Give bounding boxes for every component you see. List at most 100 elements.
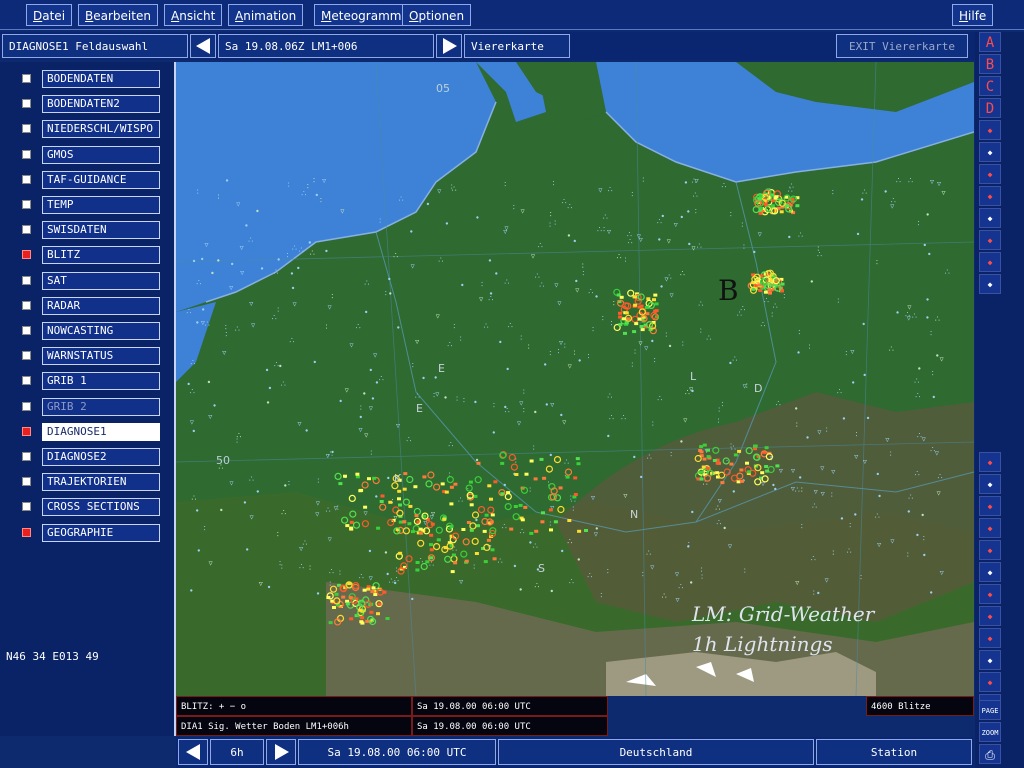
lightning-strike bbox=[429, 556, 434, 560]
layer-button[interactable]: GEOGRAPHIE bbox=[42, 523, 160, 542]
zoom-button[interactable]: ZOOM bbox=[979, 722, 1001, 742]
layer-checkbox[interactable] bbox=[22, 452, 31, 461]
layer-checkbox[interactable] bbox=[22, 502, 31, 512]
menu-animation[interactable]: Animation bbox=[228, 4, 304, 26]
menu-datei[interactable]: Datei bbox=[26, 4, 73, 26]
print-icon[interactable]: ⎙ bbox=[979, 744, 1001, 764]
layer-checkbox[interactable] bbox=[22, 376, 31, 386]
previous-button[interactable] bbox=[190, 34, 216, 58]
layer-checkbox[interactable] bbox=[22, 124, 31, 134]
layer-button[interactable]: DIAGNOSE2 bbox=[42, 448, 160, 466]
map-slot-button[interactable]: D bbox=[979, 98, 1001, 118]
layer-checkbox[interactable] bbox=[22, 426, 31, 436]
tool-button[interactable]: ◆ bbox=[979, 672, 1001, 692]
tool-button[interactable]: ◆ bbox=[979, 274, 1001, 294]
layer-button[interactable]: RADAR bbox=[42, 296, 160, 315]
next-button[interactable] bbox=[436, 34, 462, 58]
tool-button[interactable]: ◆ bbox=[979, 474, 1001, 494]
map-canvas[interactable]: ∙∶∶∙∴∶∙∴∙∶∶∙▿∙▿∴∴∙∶▿∴▿∴∶∴∴▿∶∙∙∴∴∙∙∶∶∴∙▿∶… bbox=[176, 62, 974, 696]
layer-checkbox[interactable] bbox=[22, 225, 31, 235]
weather-map[interactable]: ∙ ∶ ∶ ∙ ∴ ∶ ∙ ∴ ∙ ∶ ∶ ∙ ▿ ∙ ▿ ∴ ∴ ∙ ∶ ▿ ∴ ▿ ∴ ∶ ∴ ∴ ▿ ∶ ∙ ∙ ∴ ∴ ∙ ∙ ∶ ∶ ∴ ∙ ▿ ∶… bbox=[176, 62, 974, 696]
layer-button[interactable]: GRIB 2 bbox=[42, 397, 160, 416]
tool-button[interactable]: ◆ bbox=[979, 562, 1001, 582]
precip-symbol: ∙ bbox=[533, 407, 538, 416]
layer-button[interactable]: BODENDATEN bbox=[42, 70, 160, 88]
tool-button[interactable]: ◆ bbox=[979, 120, 1001, 140]
layer-row: SAT bbox=[12, 271, 160, 290]
layer-button[interactable]: GMOS bbox=[42, 145, 160, 164]
step-forward-button[interactable] bbox=[266, 739, 296, 765]
precip-symbol: ▿ bbox=[575, 285, 579, 294]
layer-button[interactable]: CROSS SECTIONS bbox=[42, 498, 160, 517]
tool-button[interactable]: ◆ bbox=[979, 164, 1001, 184]
map-slot-button[interactable]: A bbox=[979, 32, 1001, 52]
layer-checkbox[interactable] bbox=[22, 351, 31, 361]
valid-time[interactable]: Sa 19.08.00 06:00 UTC bbox=[298, 739, 496, 765]
precip-symbol: ∙ bbox=[690, 508, 695, 517]
layer-checkbox[interactable] bbox=[22, 200, 31, 209]
tool-button[interactable]: ◆ bbox=[979, 584, 1001, 604]
precip-symbol: ▿ bbox=[758, 229, 762, 238]
menu-optionen[interactable]: Optionen bbox=[402, 4, 472, 26]
precip-symbol: ▿ bbox=[568, 362, 572, 371]
map-slot-button[interactable]: C bbox=[979, 76, 1001, 96]
layer-button[interactable]: DIAGNOSE1 bbox=[42, 422, 160, 441]
tool-button[interactable]: ◆ bbox=[979, 208, 1001, 228]
layer-button[interactable]: GRIB 1 bbox=[42, 372, 160, 391]
tool-button[interactable]: ◆ bbox=[979, 628, 1001, 648]
tool-button[interactable]: ◆ bbox=[979, 540, 1001, 560]
layer-button[interactable]: SWISDATEN bbox=[42, 221, 160, 240]
lightning-strike bbox=[632, 330, 637, 334]
layer-button[interactable]: BODENDATEN2 bbox=[42, 95, 160, 114]
layer-button[interactable]: NIEDERSCHL/WISPO bbox=[42, 120, 160, 139]
layer-checkbox[interactable] bbox=[22, 326, 31, 335]
menu-bearbeiten[interactable]: Bearbeiten bbox=[78, 4, 158, 26]
layer-checkbox[interactable] bbox=[22, 174, 31, 184]
tool-button[interactable]: ◆ bbox=[979, 496, 1001, 516]
precip-symbol: ∶ bbox=[481, 280, 483, 289]
step-back-button[interactable] bbox=[178, 739, 208, 765]
tool-button[interactable]: ◆ bbox=[979, 230, 1001, 250]
tool-button[interactable]: ◆ bbox=[979, 252, 1001, 272]
layer-checkbox[interactable] bbox=[22, 74, 31, 83]
layer-checkbox[interactable] bbox=[22, 527, 31, 537]
layer-checkbox[interactable] bbox=[22, 477, 31, 487]
menu-hilfe[interactable]: Hilfe bbox=[952, 4, 994, 26]
region-selector[interactable]: Deutschland bbox=[498, 739, 814, 765]
layer-checkbox[interactable] bbox=[22, 99, 31, 109]
layer-button[interactable]: TEMP bbox=[42, 196, 160, 214]
layer-button[interactable]: WARNSTATUS bbox=[42, 347, 160, 366]
layer-checkbox[interactable] bbox=[22, 401, 31, 411]
precip-symbol: ▿ bbox=[922, 434, 926, 443]
menu-ansicht[interactable]: Ansicht bbox=[164, 4, 223, 26]
layer-button[interactable]: BLITZ bbox=[42, 246, 160, 265]
layer-checkbox[interactable] bbox=[22, 275, 31, 285]
tool-button[interactable]: ◆ bbox=[979, 650, 1001, 670]
layer-checkbox[interactable] bbox=[22, 300, 31, 310]
tool-button[interactable]: ◆ bbox=[979, 452, 1001, 472]
page-button[interactable]: PAGE bbox=[979, 700, 1001, 720]
precip-symbol: ∙ bbox=[473, 398, 478, 407]
layer-button[interactable]: SAT bbox=[42, 271, 160, 290]
layer-button[interactable]: TRAJEKTORIEN bbox=[42, 473, 160, 492]
viererkarte-button[interactable]: Viererkarte bbox=[464, 34, 570, 58]
menu-meteogramme[interactable]: Meteogramme bbox=[314, 4, 416, 26]
tool-button[interactable]: ◆ bbox=[979, 518, 1001, 538]
layer-button[interactable]: TAF-GUIDANCE bbox=[42, 170, 160, 189]
layer-row: GMOS bbox=[12, 145, 160, 164]
precip-symbol: ∶ bbox=[624, 255, 626, 264]
tool-button[interactable]: ◆ bbox=[979, 186, 1001, 206]
map-slot-button[interactable]: B bbox=[979, 54, 1001, 74]
layer-checkbox[interactable] bbox=[22, 149, 31, 159]
tool-button[interactable]: ◆ bbox=[979, 606, 1001, 626]
precip-symbol: ▿ bbox=[316, 498, 320, 507]
precip-symbol: ∙ bbox=[267, 583, 272, 592]
station-selector[interactable]: Station bbox=[816, 739, 972, 765]
precip-symbol: ∴ bbox=[520, 527, 525, 536]
lightning-strike bbox=[407, 522, 412, 526]
layer-checkbox[interactable] bbox=[22, 250, 31, 260]
tool-button[interactable]: ◆ bbox=[979, 142, 1001, 162]
layer-button[interactable]: NOWCASTING bbox=[42, 322, 160, 340]
exit-viererkarte-button[interactable]: EXIT Viererkarte bbox=[836, 34, 968, 58]
time-step[interactable]: 6h bbox=[210, 739, 264, 765]
